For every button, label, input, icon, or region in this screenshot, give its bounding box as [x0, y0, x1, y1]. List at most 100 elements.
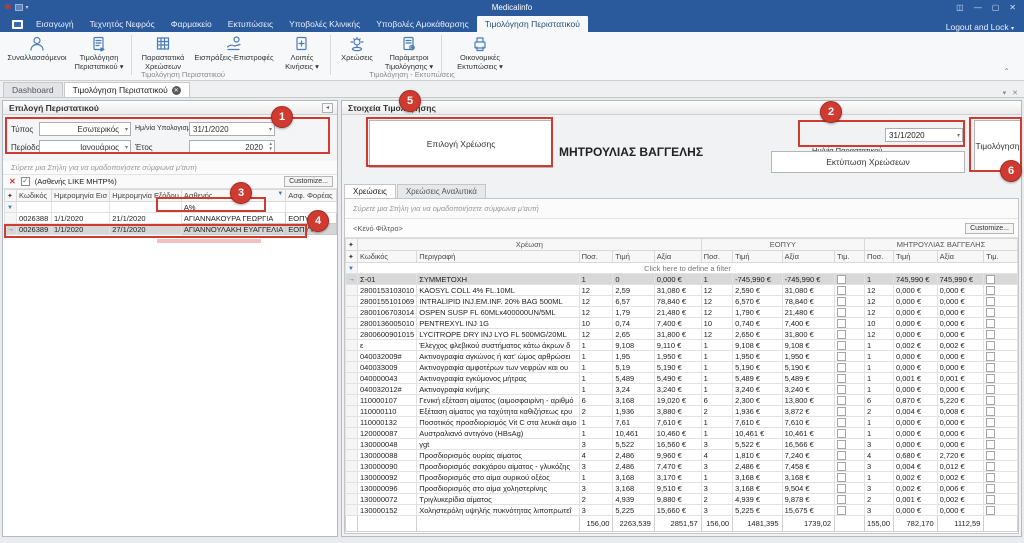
tim-checkbox[interactable]: [837, 374, 846, 383]
tim-checkbox[interactable]: [837, 418, 846, 427]
collapse-panel-icon[interactable]: ◂: [322, 103, 333, 113]
charge-row[interactable]: →Σ-01ΣΥΜΜΕΤΟΧΗ100,000 €1-745,990 €-745,9…: [346, 274, 1018, 285]
select-charge-button[interactable]: Επιλογή Χρέωσης: [369, 120, 553, 168]
filter-cell[interactable]: [17, 202, 52, 213]
tab-eisagogi[interactable]: Εισαγωγή: [28, 16, 82, 32]
tab-list-icon[interactable]: ▾: [1003, 89, 1007, 97]
tab-ypovoles-amokatharsis[interactable]: Υποβολές Αμοκάθαρσης: [368, 16, 477, 32]
tab-dashboard[interactable]: Dashboard: [3, 82, 63, 97]
tab-xreoseis-analytika[interactable]: Χρεώσεις Αναλυτικά: [397, 184, 486, 198]
tim-checkbox[interactable]: [986, 440, 995, 449]
charge-row[interactable]: 130000096Προσδιορισμός στο αίμα χοληστερ…: [346, 483, 1018, 494]
oikonomikes-ektyposeis-button[interactable]: Οικονομικές Εκτυπώσεις ▾: [445, 34, 515, 74]
tim-checkbox[interactable]: [986, 286, 995, 295]
tim-checkbox[interactable]: [986, 385, 995, 394]
charge-row[interactable]: 2800153103010KAOSYL COLL 4% FL.10ML122,5…: [346, 285, 1018, 296]
charge-row[interactable]: 040033009Ακτινογραφία αμφοτέρων των νεφρ…: [346, 362, 1018, 373]
tim-checkbox[interactable]: [986, 374, 995, 383]
minimize-icon[interactable]: —: [974, 3, 982, 12]
col-value[interactable]: Αξία: [654, 251, 701, 263]
charge-row[interactable]: 2800600901015LYCITROPE DRY INJ LYO FL 50…: [346, 329, 1018, 340]
quick-access-toolbar[interactable]: ✱ ▾: [0, 3, 29, 12]
etos-stepper[interactable]: 2020▲▼: [189, 140, 275, 154]
tim-checkbox[interactable]: [837, 484, 846, 493]
timologisi-peristatikou-button[interactable]: Τιμολόγηση Περιστατικού ▾: [70, 34, 128, 74]
tab-xreoseis[interactable]: Χρεώσεις: [344, 184, 396, 198]
col-asf-foreas[interactable]: Ασφ. Φορέας: [286, 190, 337, 202]
col-kodikos[interactable]: Κωδικός: [17, 190, 52, 202]
col-price[interactable]: Τιμή: [613, 251, 654, 263]
tim-checkbox[interactable]: [986, 341, 995, 350]
tim-checkbox[interactable]: [986, 418, 995, 427]
col-pat-qty[interactable]: Ποσ.: [865, 251, 894, 263]
tim-checkbox[interactable]: [837, 341, 846, 350]
chevron-down-icon[interactable]: ▾: [26, 4, 29, 11]
tim-checkbox[interactable]: [837, 506, 846, 515]
tim-checkbox[interactable]: [837, 385, 846, 394]
filter-cell[interactable]: [286, 202, 337, 213]
define-filter-cell[interactable]: Click here to define a filter: [358, 263, 1018, 274]
parastatika-xreoseon-button[interactable]: Παραστατικά Χρεώσεων: [135, 34, 191, 74]
tim-checkbox[interactable]: [837, 352, 846, 361]
tim-checkbox[interactable]: [837, 396, 846, 405]
tim-checkbox[interactable]: [837, 495, 846, 504]
maximize-icon[interactable]: ▢: [992, 3, 1000, 12]
charge-row[interactable]: 130000072Τριγλυκερίδια αίματος24,9399,88…: [346, 494, 1018, 505]
logout-and-lock-button[interactable]: Logout and Lock ▾: [946, 22, 1024, 32]
tim-checkbox[interactable]: [986, 352, 995, 361]
charge-row[interactable]: 2800106703014OSPEN SUSP FL 60MLx400000UN…: [346, 307, 1018, 318]
band-xreosi[interactable]: Χρέωση: [358, 239, 702, 251]
xreoseis-button[interactable]: Χρεώσεις: [334, 34, 380, 74]
tab-timologisi-doc[interactable]: Τιμολόγηση Περιστατικού ✕: [64, 82, 190, 97]
print-charges-button[interactable]: Εκτύπωση Χρεώσεων: [771, 151, 965, 173]
close-icon[interactable]: ✕: [1009, 3, 1016, 12]
doc-date-select[interactable]: 31/1/2020▾: [885, 128, 963, 142]
tim-checkbox[interactable]: [837, 308, 846, 317]
col-pat-price[interactable]: Τιμή: [894, 251, 938, 263]
col-pat-tim[interactable]: Τιμ.: [984, 251, 1018, 263]
tim-checkbox[interactable]: [986, 429, 995, 438]
col-eopyy-tim[interactable]: Τιμ.: [835, 251, 865, 263]
patient-row[interactable]: 00263881/1/202021/1/2020ΑΓΙΑΝΝΑΚΟΥΡΑ ΓΕΩ…: [5, 213, 337, 224]
tim-checkbox[interactable]: [837, 440, 846, 449]
col-eopyy-price[interactable]: Τιμή: [733, 251, 782, 263]
col-code[interactable]: Κωδικός: [358, 251, 417, 263]
tim-checkbox[interactable]: [986, 495, 995, 504]
patient-row[interactable]: →00263891/1/202027/1/2020ΑΓΙΑΝΝΟΥΛΑΚΗ ΕΥ…: [5, 224, 337, 235]
charge-row[interactable]: 110000132Ποσοτικός προσδιορισμός Vit C σ…: [346, 417, 1018, 428]
col-pat-value[interactable]: Αξία: [937, 251, 984, 263]
charge-row[interactable]: 040032009#Ακτινογραφία αγκώνος ή κατ' ώμ…: [346, 351, 1018, 362]
band-patient[interactable]: ΜΗΤΡΟΥΛΙΑΣ ΒΑΓΓΕΛΗΣ: [865, 239, 1018, 251]
charge-row[interactable]: 2800136005010PENTREXYL INJ 1G100,747,400…: [346, 318, 1018, 329]
tim-checkbox[interactable]: [986, 506, 995, 515]
spinner-arrows-icon[interactable]: ▲▼: [269, 141, 273, 152]
tim-checkbox[interactable]: [986, 330, 995, 339]
col-imerominia-eis[interactable]: Ημερομηνία Εισ: [52, 190, 110, 202]
tim-checkbox[interactable]: [837, 462, 846, 471]
tim-checkbox[interactable]: [837, 286, 846, 295]
tim-checkbox[interactable]: [986, 473, 995, 482]
remove-filter-icon[interactable]: ✕: [9, 177, 16, 186]
close-tab-icon[interactable]: ✕: [172, 86, 181, 95]
customize-filter-button[interactable]: Customize...: [284, 176, 333, 187]
filter-cell[interactable]: [52, 202, 110, 213]
col-asthenis[interactable]: Ασθενής▼: [181, 190, 285, 202]
tim-checkbox[interactable]: [986, 319, 995, 328]
charge-row[interactable]: 110000110Εξέταση αίματος για ταχύτητα κα…: [346, 406, 1018, 417]
parametroi-timologisis-button[interactable]: Παράμετροι Τιμολόγησης ▾: [380, 34, 438, 74]
file-menu-button[interactable]: [6, 17, 28, 32]
charge-row[interactable]: 130000092Προσδιορισμός στο αίμα ουρικού …: [346, 472, 1018, 483]
tim-checkbox[interactable]: [986, 396, 995, 405]
tim-checkbox[interactable]: [986, 308, 995, 317]
charge-row[interactable]: 040032012#Ακτινογραφία κνήμης13,243,240 …: [346, 384, 1018, 395]
tim-checkbox[interactable]: [986, 462, 995, 471]
tim-checkbox[interactable]: [986, 484, 995, 493]
tim-checkbox[interactable]: [837, 275, 846, 284]
close-panel-icon[interactable]: ✕: [1012, 89, 1018, 97]
tim-checkbox[interactable]: [837, 330, 846, 339]
tab-ektyposeis[interactable]: Εκτυπώσεις: [220, 16, 281, 32]
tim-checkbox[interactable]: [837, 297, 846, 306]
quick-access-icon[interactable]: [15, 4, 23, 11]
tim-checkbox[interactable]: [986, 407, 995, 416]
filter-funnel-icon[interactable]: ▼: [277, 191, 283, 197]
